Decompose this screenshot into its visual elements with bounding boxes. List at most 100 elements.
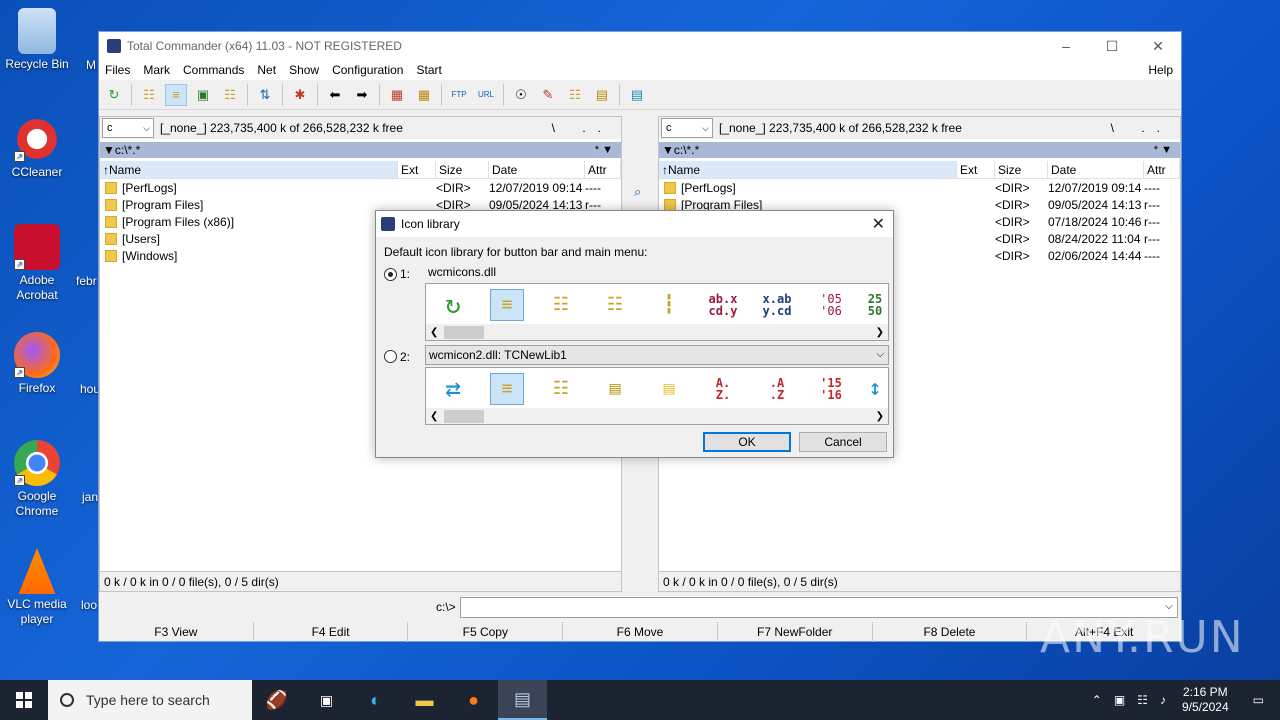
refresh-icon[interactable]: ↻: [436, 289, 470, 321]
table-row[interactable]: [PerfLogs] <DIR> 12/07/2019 09:14 ----: [100, 180, 621, 197]
scroll-right-icon[interactable]: ❯: [876, 327, 884, 338]
sort-by-ext-icon[interactable]: .A .Z: [760, 373, 794, 405]
col-name[interactable]: ↑Name: [659, 161, 957, 178]
pack-icon[interactable]: ▦: [386, 84, 408, 106]
menu-configuration[interactable]: Configuration: [332, 63, 403, 77]
sort-by-size-icon[interactable]: 25 50: [868, 289, 882, 321]
network-icon[interactable]: ▣: [1114, 693, 1125, 707]
col-attr[interactable]: Attr: [585, 161, 621, 178]
cancel-button[interactable]: Cancel: [799, 432, 887, 452]
maximize-button[interactable]: ☐: [1089, 32, 1135, 60]
tree-icon[interactable]: ☷: [544, 289, 578, 321]
left-history-button[interactable]: * ▼: [595, 144, 613, 156]
firefox-icon[interactable]: ●: [449, 680, 498, 720]
desktop-icon-google-chrome[interactable]: ↗ Google Chrome: [0, 440, 74, 519]
menu-help[interactable]: Help: [1148, 63, 1173, 77]
col-date[interactable]: Date: [1048, 161, 1144, 178]
desktop-icon-recycle-bin[interactable]: Recycle Bin: [0, 8, 74, 72]
col-name[interactable]: ↑Name: [100, 161, 398, 178]
col-ext[interactable]: Ext: [957, 161, 995, 178]
copy-names-icon[interactable]: ▤: [591, 84, 613, 106]
start-button[interactable]: [0, 680, 48, 720]
ftp-connect-icon[interactable]: FTP: [448, 84, 470, 106]
close-button[interactable]: ✕: [1135, 32, 1181, 60]
task-view-icon[interactable]: ▣: [302, 680, 351, 720]
sort-by-name-icon[interactable]: ab.x cd.y: [706, 289, 740, 321]
menu-commands[interactable]: Commands: [183, 63, 244, 77]
sort-by-name-icon[interactable]: A. Z.: [706, 373, 740, 405]
right-path-bar[interactable]: ▼ c:\*.* * ▼: [659, 142, 1180, 158]
search-icon[interactable]: ☉: [510, 84, 532, 106]
col-ext[interactable]: Ext: [398, 161, 436, 178]
football-widget-icon[interactable]: 🏈: [252, 680, 302, 720]
sort-by-date-icon[interactable]: '15 '16: [814, 373, 848, 405]
single-column-icon[interactable]: ┇: [652, 289, 686, 321]
volume-icon[interactable]: ♪: [1160, 693, 1166, 707]
col-size[interactable]: Size: [436, 161, 489, 178]
ok-button[interactable]: OK: [703, 432, 791, 452]
tree-icon[interactable]: ☷: [544, 373, 578, 405]
left-path-bar[interactable]: ▼ c:\*.* * ▼: [100, 142, 621, 158]
total-commander-taskbar-icon[interactable]: ▤: [498, 680, 547, 720]
full-view-icon[interactable]: ≡: [490, 373, 524, 405]
sort-by-date-icon[interactable]: '05 '06: [814, 289, 848, 321]
unpack-icon[interactable]: ▦: [413, 84, 435, 106]
f5-copy-button[interactable]: F5 Copy: [408, 622, 564, 642]
left-drive-select[interactable]: c ⌵: [102, 118, 154, 138]
sort-by-ext-icon[interactable]: x.ab y.cd: [760, 289, 794, 321]
back-icon[interactable]: ⬅: [324, 84, 346, 106]
tree-view-icon[interactable]: ☷: [219, 84, 241, 106]
sort-by-size-icon[interactable]: ↕: [868, 373, 882, 405]
url-connect-icon[interactable]: URL: [475, 84, 497, 106]
library1-icon-strip[interactable]: ↻ ≡ ☷ ☷ ┇ ab.x cd.y x.ab y.cd '05 '06 25…: [425, 283, 889, 341]
scroll-left-icon[interactable]: ❮: [430, 327, 438, 338]
refresh-icon[interactable]: ⇄: [436, 373, 470, 405]
desktop-icon-vlc[interactable]: VLC media player: [0, 548, 74, 627]
desktop-icon-adobe-acrobat[interactable]: ↗ Adobe Acrobat: [0, 224, 74, 303]
col-attr[interactable]: Attr: [1144, 161, 1180, 178]
clock[interactable]: 2:16 PM 9/5/2024: [1182, 685, 1229, 715]
f3-view-button[interactable]: F3 View: [99, 622, 254, 642]
option2-radio[interactable]: [384, 350, 397, 363]
menu-start[interactable]: Start: [416, 63, 441, 77]
ethernet-icon[interactable]: ☷: [1137, 693, 1148, 707]
menu-files[interactable]: Files: [105, 63, 130, 77]
notifications-icon[interactable]: ▭: [1253, 693, 1264, 707]
right-root-parent-nav[interactable]: \ ..: [1111, 121, 1172, 135]
multi-rename-icon[interactable]: ✎: [537, 84, 559, 106]
f7-newfolder-button[interactable]: F7 NewFolder: [718, 622, 873, 642]
panel-splitter-icon[interactable]: ⌕: [634, 184, 648, 200]
thumbnails-icon[interactable]: ▣: [192, 84, 214, 106]
right-drive-select[interactable]: c ⌵: [661, 118, 713, 138]
scrollbar-thumb[interactable]: [444, 409, 484, 423]
forward-icon[interactable]: ➡: [351, 84, 373, 106]
invert-selection-icon[interactable]: ✱: [289, 84, 311, 106]
scrollbar-thumb[interactable]: [444, 325, 484, 339]
edge-icon[interactable]: ◐: [351, 680, 400, 720]
library2-scrollbar[interactable]: ❮ ❯: [426, 408, 888, 424]
brief-view-icon[interactable]: ☷: [138, 84, 160, 106]
menu-mark[interactable]: Mark: [143, 63, 170, 77]
chevron-down-icon[interactable]: ⌵: [1165, 601, 1173, 612]
brief-view-icon[interactable]: ▤: [598, 373, 632, 405]
show-hidden-icons-icon[interactable]: ⌃: [1092, 693, 1102, 707]
right-history-button[interactable]: * ▼: [1154, 144, 1172, 156]
menu-show[interactable]: Show: [289, 63, 319, 77]
sort-icon[interactable]: ⇅: [254, 84, 276, 106]
dialog-close-icon[interactable]: ✕: [872, 214, 885, 234]
notepad-icon[interactable]: ▤: [626, 84, 648, 106]
left-root-parent-nav[interactable]: \ ..: [552, 121, 613, 135]
f6-move-button[interactable]: F6 Move: [563, 622, 718, 642]
brief-view-icon[interactable]: ☷: [598, 289, 632, 321]
f8-delete-button[interactable]: F8 Delete: [873, 622, 1028, 642]
col-size[interactable]: Size: [995, 161, 1048, 178]
option2-library-select[interactable]: wcmicon2.dll: TCNewLib1 ⌵: [425, 345, 889, 365]
library1-scrollbar[interactable]: ❮ ❯: [426, 324, 888, 340]
sync-dirs-icon[interactable]: ☷: [564, 84, 586, 106]
desktop-icon-firefox[interactable]: ↗ Firefox: [0, 332, 74, 396]
scroll-right-icon[interactable]: ❯: [876, 411, 884, 422]
taskbar-search-box[interactable]: Type here to search: [48, 680, 252, 720]
single-column-icon[interactable]: ▤: [652, 373, 686, 405]
library2-icon-strip[interactable]: ⇄ ≡ ☷ ▤ ▤ A. Z. .A .Z '15 '16 ↕ ❮ ❯: [425, 367, 889, 425]
minimize-button[interactable]: –: [1043, 32, 1089, 60]
